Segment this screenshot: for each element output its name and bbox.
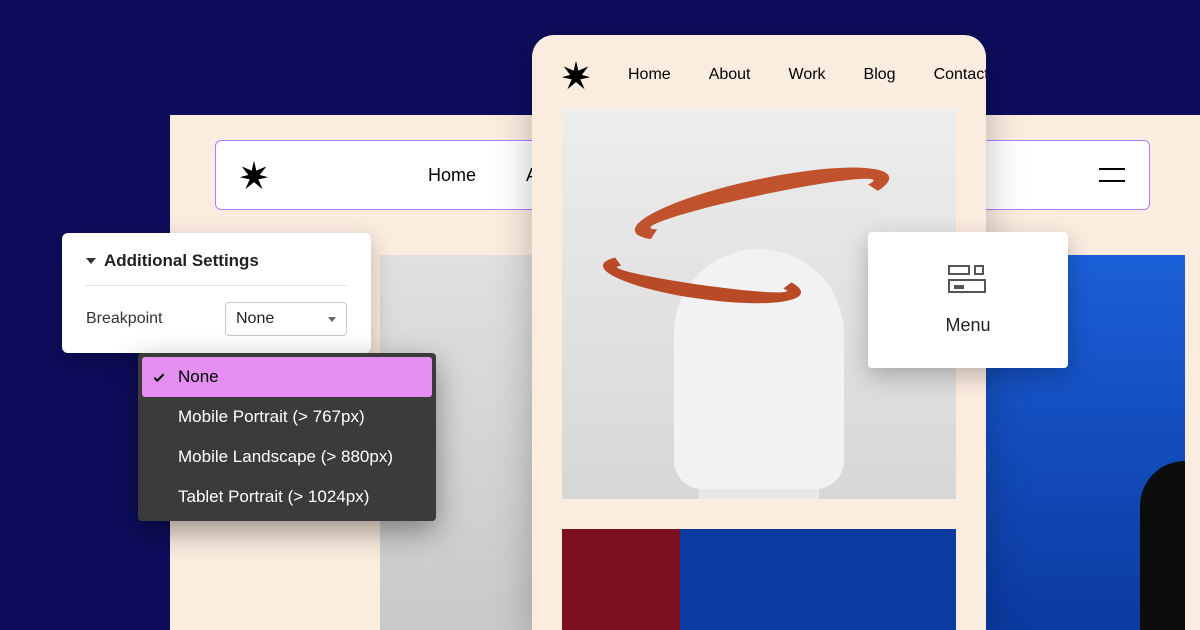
nav-link[interactable]: Work	[789, 66, 826, 84]
nav-link[interactable]: Contact	[934, 66, 986, 84]
dropdown-option-label: None	[178, 367, 219, 386]
logo-starburst-icon	[562, 61, 590, 89]
dropdown-option-label: Tablet Portrait (> 1024px)	[178, 487, 369, 506]
panel-header[interactable]: Additional Settings	[86, 251, 347, 286]
dropdown-option-label: Mobile Portrait (> 767px)	[178, 407, 365, 426]
dropdown-option[interactable]: Mobile Portrait (> 767px)	[138, 397, 436, 437]
logo-starburst-icon	[240, 161, 268, 189]
menu-layout-icon	[948, 265, 988, 293]
nav-link[interactable]: Blog	[864, 66, 896, 84]
nav-link[interactable]: Home	[628, 66, 671, 84]
dropdown-option[interactable]: Tablet Portrait (> 1024px)	[138, 477, 436, 517]
check-icon	[154, 371, 165, 382]
dropdown-option[interactable]: None	[142, 357, 432, 397]
breakpoint-select[interactable]: None	[225, 302, 347, 336]
chevron-down-icon	[86, 258, 96, 264]
menu-component-card[interactable]: Menu	[868, 232, 1068, 368]
nav-link[interactable]: Home	[428, 165, 476, 186]
breakpoint-dropdown: None Mobile Portrait (> 767px) Mobile La…	[138, 353, 436, 521]
breakpoint-value: None	[236, 310, 274, 328]
panel-title: Additional Settings	[104, 251, 259, 271]
dropdown-option[interactable]: Mobile Landscape (> 880px)	[138, 437, 436, 477]
hamburger-icon[interactable]	[1099, 168, 1125, 182]
additional-settings-panel: Additional Settings Breakpoint None	[62, 233, 371, 353]
chevron-down-icon	[328, 317, 336, 322]
navbar-tablet: Home About Work Blog Contact	[532, 35, 986, 109]
nav-link[interactable]: About	[709, 66, 751, 84]
menu-card-label: Menu	[945, 315, 990, 336]
dropdown-option-label: Mobile Landscape (> 880px)	[178, 447, 393, 466]
secondary-image-tablet	[562, 529, 956, 630]
breakpoint-label: Breakpoint	[86, 310, 163, 328]
